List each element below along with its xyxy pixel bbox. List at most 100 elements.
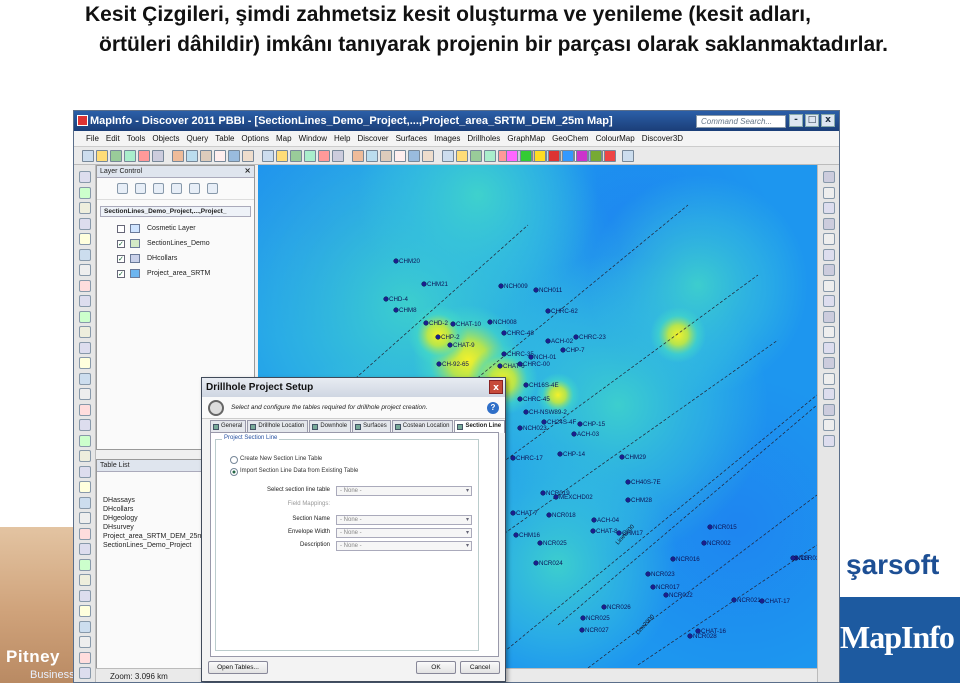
section-name-select[interactable]: - None - xyxy=(336,515,472,525)
drawing-tool-icon[interactable] xyxy=(823,171,835,183)
map-tool-icon[interactable] xyxy=(79,171,91,183)
drillhole-collar[interactable] xyxy=(545,338,551,344)
map-tool-icon[interactable] xyxy=(79,651,91,664)
map-tool-icon[interactable] xyxy=(79,605,91,617)
map-tool-icon[interactable] xyxy=(79,419,91,431)
ok-button[interactable]: OK xyxy=(416,661,456,674)
layer-visibility-checkbox[interactable]: ✓ xyxy=(117,270,125,278)
toolbar-tool-icon[interactable] xyxy=(262,150,274,162)
toolbar-tool-icon[interactable] xyxy=(442,150,454,162)
drillhole-collar[interactable] xyxy=(591,517,597,523)
menu-graphmap[interactable]: GraphMap xyxy=(507,134,545,143)
drillhole-collar[interactable] xyxy=(393,258,399,264)
table-list-item[interactable]: DHcollars xyxy=(103,505,206,514)
minimize-button[interactable]: - xyxy=(789,114,803,127)
drillhole-collar[interactable] xyxy=(498,283,504,289)
drillhole-collar[interactable] xyxy=(663,592,669,598)
drillhole-collar[interactable] xyxy=(619,454,625,460)
drillhole-collar[interactable] xyxy=(560,347,566,353)
drillhole-collar[interactable] xyxy=(580,615,586,621)
toolbar-tool-icon[interactable] xyxy=(276,150,288,162)
discover-tool-icon[interactable] xyxy=(590,150,602,162)
move-down-icon[interactable] xyxy=(153,183,164,194)
discover-tool-icon[interactable] xyxy=(534,150,546,162)
tab-drillhole-location[interactable]: Drillhole Location xyxy=(247,420,309,432)
drillhole-collar[interactable] xyxy=(501,351,507,357)
drillhole-collar[interactable] xyxy=(501,330,507,336)
layer-visibility-checkbox[interactable]: ✓ xyxy=(117,255,125,263)
dialog-close-button[interactable]: x xyxy=(489,380,503,394)
drillhole-collar[interactable] xyxy=(545,308,551,314)
map-tool-icon[interactable] xyxy=(79,326,91,338)
drillhole-collar[interactable] xyxy=(423,320,429,326)
menu-help[interactable]: Help xyxy=(334,134,350,143)
drillhole-collar[interactable] xyxy=(790,555,796,561)
drillhole-collar[interactable] xyxy=(546,512,552,518)
map-tool-icon[interactable] xyxy=(79,388,91,400)
drawing-tool-icon[interactable] xyxy=(823,248,835,261)
map-tool-icon[interactable] xyxy=(79,543,91,555)
discover-tool-icon[interactable] xyxy=(506,150,518,162)
menu-query[interactable]: Query xyxy=(187,134,209,143)
map-node[interactable]: SectionLines_Demo_Project,...,Project_ xyxy=(100,206,251,217)
tab-general[interactable]: General xyxy=(210,420,247,432)
drillhole-collar[interactable] xyxy=(707,524,713,530)
drillhole-collar[interactable] xyxy=(517,396,523,402)
map-tool-icon[interactable] xyxy=(79,186,91,199)
drillhole-collar[interactable] xyxy=(393,307,399,313)
map-tool-icon[interactable] xyxy=(79,620,91,633)
drawing-tool-icon[interactable] xyxy=(823,310,835,323)
toolbar-tool-icon[interactable] xyxy=(152,150,164,162)
toolbar-tool-icon[interactable] xyxy=(138,150,150,162)
drillhole-collar[interactable] xyxy=(571,431,577,437)
drillhole-collar[interactable] xyxy=(497,363,503,369)
drawing-tool-icon[interactable] xyxy=(823,357,835,369)
drawing-tool-icon[interactable] xyxy=(823,233,835,245)
menu-geochem[interactable]: GeoChem xyxy=(552,134,588,143)
drillhole-collar[interactable] xyxy=(650,584,656,590)
map-tool-icon[interactable] xyxy=(79,295,91,307)
drawing-tool-icon[interactable] xyxy=(823,217,835,230)
toolbar-tool-icon[interactable] xyxy=(200,150,212,162)
drillhole-collar[interactable] xyxy=(447,342,453,348)
drawing-tool-icon[interactable] xyxy=(823,372,835,385)
toolbar-tool-icon[interactable] xyxy=(332,150,344,162)
toolbar-tool-icon[interactable] xyxy=(124,150,136,162)
drillhole-collar[interactable] xyxy=(383,296,389,302)
map-tool-icon[interactable] xyxy=(79,434,91,447)
drillhole-collar[interactable] xyxy=(601,604,607,610)
drillhole-collar[interactable] xyxy=(537,540,543,546)
discover-tool-icon[interactable] xyxy=(604,150,616,162)
layer-row[interactable]: ✓ SectionLines_Demo xyxy=(97,236,254,251)
drillhole-collar[interactable] xyxy=(517,361,523,367)
map-tool-icon[interactable] xyxy=(79,264,91,276)
tab-surfaces[interactable]: Surfaces xyxy=(352,420,391,432)
discover-tool-icon[interactable] xyxy=(562,150,574,162)
drillhole-collar[interactable] xyxy=(541,419,547,425)
cancel-button[interactable]: Cancel xyxy=(460,661,500,674)
drillhole-collar[interactable] xyxy=(533,560,539,566)
toolbar-tool-icon[interactable] xyxy=(318,150,330,162)
menu-map[interactable]: Map xyxy=(276,134,292,143)
menu-objects[interactable]: Objects xyxy=(152,134,179,143)
toolbar-tool-icon[interactable] xyxy=(228,150,240,162)
drillhole-collar[interactable] xyxy=(421,281,427,287)
table-list-item[interactable]: DHassays xyxy=(103,496,206,505)
options-icon[interactable] xyxy=(207,183,218,194)
drillhole-collar[interactable] xyxy=(517,425,523,431)
discover-tool-icon[interactable] xyxy=(520,150,532,162)
map-tool-icon[interactable] xyxy=(79,310,91,323)
menu-options[interactable]: Options xyxy=(241,134,269,143)
menu-surfaces[interactable]: Surfaces xyxy=(396,134,428,143)
map-tool-icon[interactable] xyxy=(79,217,91,230)
drawing-tool-icon[interactable] xyxy=(823,403,835,416)
maximize-button[interactable]: □ xyxy=(805,114,819,127)
toolbar-tool-icon[interactable] xyxy=(470,150,482,162)
toolbar-tool-icon[interactable] xyxy=(214,150,226,162)
map-tool-icon[interactable] xyxy=(79,589,91,602)
drillhole-collar[interactable] xyxy=(616,530,622,536)
import-existing-table-radio[interactable]: Import Section Line Data from Existing T… xyxy=(230,468,358,476)
table-list-item[interactable]: SectionLines_Demo_Project xyxy=(103,541,206,550)
layer-row[interactable]: ✓ DHcollars xyxy=(97,251,254,266)
map-tool-icon[interactable] xyxy=(79,667,91,679)
